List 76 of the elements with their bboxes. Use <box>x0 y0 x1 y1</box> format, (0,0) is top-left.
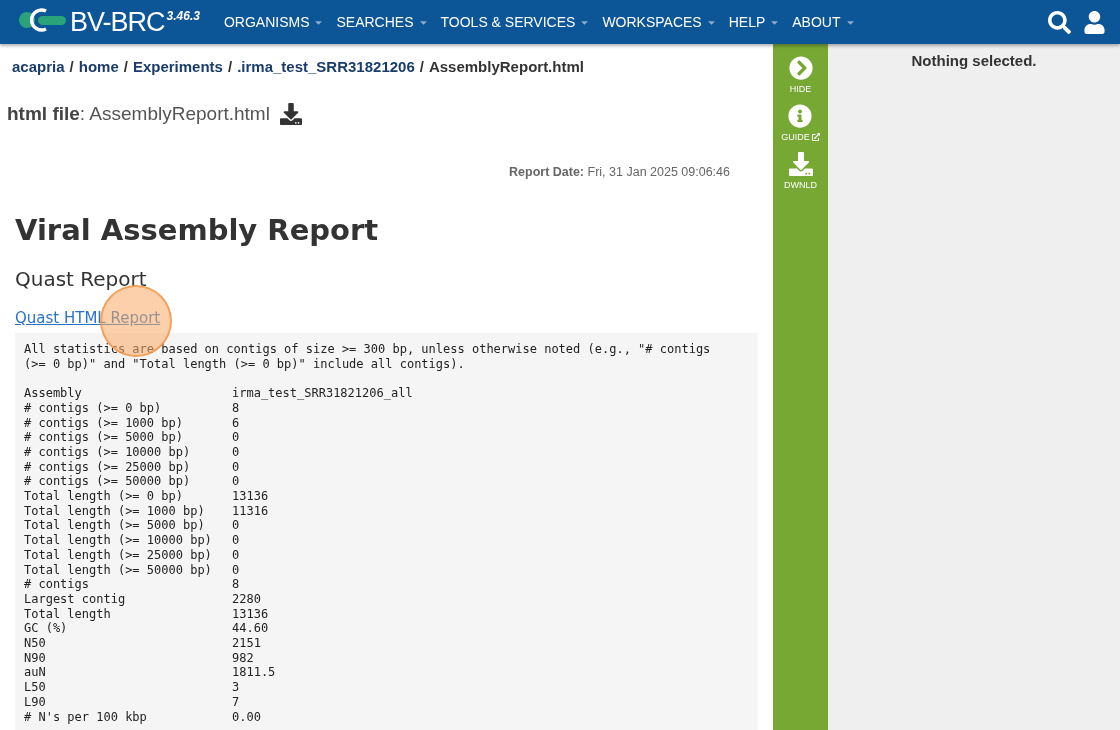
stat-value: 7 <box>232 694 241 710</box>
stat-value: 0 <box>232 474 241 489</box>
stat-value: 0 <box>232 533 241 548</box>
download-icon <box>788 152 813 176</box>
stat-label: N90 <box>24 650 47 666</box>
download-icon[interactable] <box>279 103 302 125</box>
stat-label: N50 <box>24 636 47 651</box>
section-heading: Quast Report <box>15 267 148 291</box>
stat-label: # N's per 100 kbp <box>24 709 148 725</box>
stat-value: 0 <box>232 547 241 563</box>
stat-value: 8 <box>232 577 241 592</box>
breadcrumb-link[interactable]: AssemblyReport.html <box>428 58 584 75</box>
path-separator: / <box>227 58 233 75</box>
logo-text[interactable]: BV-BRC <box>70 7 165 37</box>
stat-label: Total length (>= 0 bp) <box>24 489 184 504</box>
stat-label: GC (%) <box>24 621 69 637</box>
stat-label: Largest contig <box>24 591 127 607</box>
stat-value: 0.00 <box>232 709 262 725</box>
stat-value: 3 <box>232 680 241 695</box>
chevron-right-icon <box>788 56 813 80</box>
file-name: html file: AssemblyReport.html <box>7 103 270 125</box>
stat-value: 13136 <box>232 489 270 504</box>
stat-label: # contigs (>= 0 bp) <box>24 400 163 416</box>
stat-label: auN <box>24 665 47 681</box>
version-label: 3.46.3 <box>166 9 200 23</box>
stat-label: Assembly <box>24 386 83 401</box>
stat-label: # contigs (>= 5000 bp) <box>24 430 184 445</box>
breadcrumb-link[interactable]: Experiments <box>132 58 223 75</box>
breadcrumb-link[interactable]: home <box>78 58 119 75</box>
stat-value: 2151 <box>232 636 262 651</box>
stat-value: 0 <box>232 518 241 534</box>
nav-menu[interactable]: HELP <box>724 14 789 30</box>
stat-value: 6 <box>232 415 241 431</box>
stat-label: # contigs (>= 25000 bp) <box>24 459 192 475</box>
stat-label: # contigs <box>24 577 91 592</box>
stat-label: Total length (>= 10000 bp) <box>24 533 213 548</box>
path-separator: / <box>123 58 128 75</box>
stat-value: 982 <box>232 650 255 666</box>
stat-value: 0 <box>232 459 241 475</box>
stat-value: 0 <box>232 430 241 445</box>
info-icon <box>788 104 813 128</box>
path-separator: / <box>69 58 74 75</box>
breadcrumb-link[interactable]: acapria <box>12 58 65 75</box>
stat-label: Total length (>= 5000 bp) <box>24 518 206 534</box>
stat-value: 0 <box>232 562 241 578</box>
stat-value: 2280 <box>232 591 262 607</box>
logo-icon <box>16 7 68 33</box>
report-date: Report Date: Fri, 31 Jan 2025 09:06:46 <box>509 165 730 179</box>
empty-message: Nothing selected. <box>911 52 1037 69</box>
stat-label: L50 <box>24 680 47 695</box>
nav-menu[interactable]: TOOLS & SERVICES <box>436 14 599 30</box>
stat-label: Total length <box>24 606 112 622</box>
stat-label: # contigs (>= 50000 bp) <box>24 474 192 489</box>
stat-value: 13136 <box>232 606 270 622</box>
stat-value: irma_test_SRR31821206_all <box>232 386 414 401</box>
stat-label: # contigs (>= 1000 bp) <box>24 415 184 431</box>
nav-menu[interactable]: WORKSPACES <box>598 14 725 30</box>
user-icon[interactable] <box>1083 10 1106 34</box>
stat-label: L90 <box>24 694 47 710</box>
search-icon[interactable] <box>1048 10 1071 34</box>
external-link-icon <box>811 133 820 141</box>
nav-menu[interactable]: ABOUT <box>788 14 864 30</box>
stat-value: 8 <box>232 400 241 416</box>
stat-value: 44.60 <box>232 621 270 637</box>
stat-value: 11316 <box>232 503 270 519</box>
stat-label: Total length (>= 1000 bp) <box>24 503 206 519</box>
report-title: Viral Assembly Report <box>15 213 380 247</box>
stat-value: 1811.5 <box>232 665 277 681</box>
nav-menu[interactable]: SEARCHES <box>332 14 437 30</box>
stat-label: Total length (>= 50000 bp) <box>24 562 213 578</box>
nav-menu[interactable]: ORGANISMS <box>219 14 333 30</box>
breadcrumb-link[interactable]: .irma_test_SRR31821206 <box>237 58 415 75</box>
stat-label: # contigs (>= 10000 bp) <box>24 444 192 460</box>
stat-label: Total length (>= 25000 bp) <box>24 547 213 563</box>
stat-value: 0 <box>232 444 241 460</box>
path-separator: / <box>419 58 424 75</box>
